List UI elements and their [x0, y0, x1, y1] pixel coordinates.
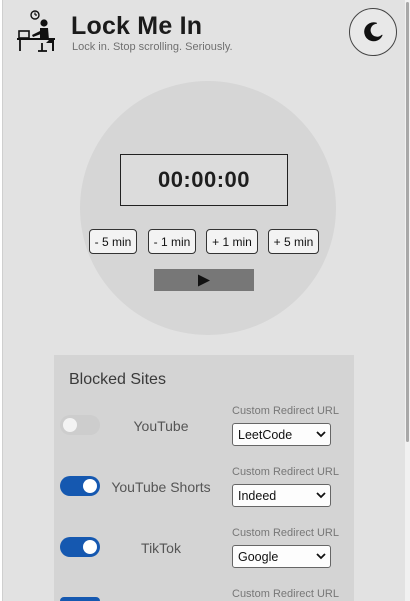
toggle-knob: [83, 540, 97, 554]
minus-1-min-button[interactable]: - 1 min: [148, 229, 196, 254]
site-name-youtube: YouTube: [133, 418, 189, 434]
redirect-select-youtube[interactable]: LeetCode: [232, 423, 331, 446]
start-timer-button[interactable]: [154, 269, 254, 291]
toggle-knob: [63, 418, 77, 432]
chevron-down-icon: [316, 431, 326, 438]
desk-worker-clock-icon: [17, 10, 55, 52]
chevron-down-icon: [316, 553, 326, 560]
redirect-label: Custom Redirect URL: [232, 527, 339, 539]
toggle-youtube-shorts[interactable]: [60, 476, 100, 496]
chevron-down-icon: [316, 492, 326, 499]
timer-display: 00:00:00: [120, 154, 288, 206]
redirect-label: Custom Redirect URL: [232, 466, 339, 478]
toggle-site-4[interactable]: [60, 597, 100, 601]
scrollbar-thumb[interactable]: [406, 2, 409, 442]
timer-circle: [80, 81, 336, 335]
redirect-select-tiktok[interactable]: Google: [232, 545, 331, 568]
site-name-tiktok: TikTok: [141, 540, 181, 556]
toggle-tiktok[interactable]: [60, 537, 100, 557]
minus-5-min-button[interactable]: - 5 min: [89, 229, 137, 254]
moon-icon: [364, 22, 383, 42]
app-tagline: Lock in. Stop scrolling. Seriously.: [72, 41, 233, 53]
redirect-label: Custom Redirect URL: [232, 588, 339, 600]
redirect-select-value: Google: [238, 549, 279, 564]
toggle-knob: [83, 479, 97, 493]
plus-5-min-button[interactable]: + 5 min: [268, 229, 319, 254]
play-icon: [198, 274, 210, 286]
site-name-youtube-shorts: YouTube Shorts: [111, 479, 211, 495]
redirect-label: Custom Redirect URL: [232, 405, 339, 417]
toggle-youtube[interactable]: [60, 415, 100, 435]
blocked-sites-title: Blocked Sites: [69, 371, 166, 388]
plus-1-min-button[interactable]: + 1 min: [206, 229, 258, 254]
redirect-select-youtube-shorts[interactable]: Indeed: [232, 484, 331, 507]
theme-toggle-button[interactable]: [349, 8, 397, 56]
redirect-select-value: Indeed: [238, 488, 277, 503]
redirect-select-value: LeetCode: [238, 427, 293, 442]
app-title: Lock Me In: [71, 12, 203, 40]
